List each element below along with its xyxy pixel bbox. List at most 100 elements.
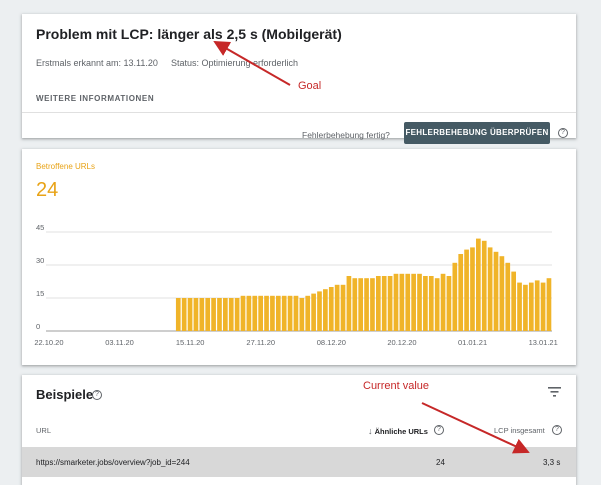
chart-bar bbox=[440, 273, 446, 331]
validate-fix-button[interactable]: FEHLERBEHEBUNG ÜBERPRÜFEN bbox=[404, 122, 550, 144]
chart-bar bbox=[399, 273, 405, 331]
column-header-similar[interactable]: ↓ Ähnliche URLs bbox=[368, 426, 428, 436]
chart-bar bbox=[305, 295, 311, 331]
chart-bar bbox=[417, 273, 422, 331]
chart-bar bbox=[487, 247, 493, 331]
chart-bar bbox=[281, 295, 287, 331]
chart-bar bbox=[528, 282, 534, 331]
y-tick-label: 30 bbox=[36, 256, 44, 265]
help-icon[interactable]: ? bbox=[558, 128, 568, 138]
y-tick-label: 15 bbox=[36, 289, 44, 298]
chart-bar bbox=[505, 262, 511, 331]
chart-bar bbox=[223, 298, 228, 331]
column-header-url[interactable]: URL bbox=[36, 426, 51, 435]
table-row[interactable]: https://smarketer.jobs/overview?job_id=2… bbox=[22, 447, 576, 477]
issue-card: Problem mit LCP: länger als 2,5 s (Mobil… bbox=[22, 14, 576, 144]
y-tick-label: 0 bbox=[36, 322, 40, 331]
x-tick-label: 22.10.20 bbox=[34, 338, 63, 347]
sort-arrow-icon: ↓ bbox=[368, 426, 373, 436]
chart-bar bbox=[446, 276, 452, 331]
chart-bar bbox=[299, 298, 305, 331]
affected-urls-label: Betroffene URLs bbox=[36, 162, 95, 171]
chart-bar bbox=[470, 247, 475, 331]
examples-title: Beispiele bbox=[36, 387, 93, 402]
chart-bar bbox=[458, 254, 464, 331]
chart-bar bbox=[340, 284, 346, 331]
chart-bar bbox=[228, 298, 234, 331]
chart-bar bbox=[393, 273, 399, 331]
x-tick-label: 20.12.20 bbox=[387, 338, 416, 347]
status-text: Status: Optimierung erforderlich bbox=[170, 58, 298, 68]
first-detected-text: Erstmals erkannt am: 13.11.20 bbox=[36, 58, 158, 68]
chart-bar bbox=[387, 276, 393, 331]
lcp-help-icon[interactable]: ? bbox=[552, 425, 562, 435]
x-tick-label: 01.01.21 bbox=[458, 338, 487, 347]
chart-bar bbox=[517, 282, 522, 331]
affected-urls-chart: 0 15 30 45 22.10.20 03.11.20 15.11.20 27.11.20 0… bbox=[34, 223, 558, 347]
y-tick-label: 45 bbox=[36, 223, 44, 232]
similar-help-icon[interactable]: ? bbox=[434, 425, 444, 435]
chart-bar bbox=[181, 298, 187, 331]
chart-bar bbox=[175, 298, 181, 331]
chart-bar bbox=[187, 298, 193, 331]
chart-bar bbox=[499, 256, 505, 331]
row-similar-count: 24 bbox=[436, 458, 445, 467]
chart-bar bbox=[252, 295, 258, 331]
chart-bar bbox=[205, 298, 211, 331]
chart-bar bbox=[411, 273, 416, 331]
x-tick-label: 27.11.20 bbox=[246, 338, 275, 347]
chart-bar bbox=[334, 284, 340, 331]
chart-bar bbox=[293, 295, 299, 331]
chart-bar bbox=[364, 278, 369, 331]
chart-bar bbox=[434, 278, 440, 331]
chart-bar bbox=[246, 295, 252, 331]
chart-bar bbox=[234, 298, 240, 331]
chart-bar bbox=[346, 276, 352, 331]
examples-card: Beispiele ? URL ↓ Ähnliche URLs ? LCP in… bbox=[22, 375, 576, 485]
column-header-lcp[interactable]: LCP insgesamt bbox=[494, 426, 545, 435]
chart-bar bbox=[211, 298, 216, 331]
chart-card: Betroffene URLs 24 0 15 30 45 22.10.20 03.11.… bbox=[22, 149, 576, 365]
fix-question-label: Fehlerbehebung fertig? bbox=[302, 130, 390, 140]
chart-bar bbox=[493, 251, 499, 331]
filter-icon[interactable] bbox=[548, 387, 561, 397]
chart-bar bbox=[311, 293, 316, 331]
divider bbox=[22, 112, 576, 113]
chart-bar bbox=[328, 287, 334, 331]
chart-bar bbox=[217, 298, 222, 331]
similar-header-label: Ähnliche URLs bbox=[374, 427, 428, 436]
chart-bar bbox=[523, 284, 528, 331]
issue-title: Problem mit LCP: länger als 2,5 s (Mobil… bbox=[36, 26, 342, 42]
chart-bar bbox=[352, 278, 358, 331]
chart-bar bbox=[452, 262, 458, 331]
chart-bar bbox=[481, 240, 487, 331]
chart-bar bbox=[270, 295, 275, 331]
chart-bar bbox=[240, 295, 246, 331]
chart-bar bbox=[193, 298, 199, 331]
chart-bar bbox=[476, 238, 481, 331]
x-tick-label: 08.12.20 bbox=[317, 338, 346, 347]
chart-bar bbox=[546, 278, 552, 331]
chart-bar bbox=[428, 276, 434, 331]
more-info-link[interactable]: WEITERE INFORMATIONEN bbox=[36, 94, 154, 103]
chart-bar bbox=[423, 276, 428, 331]
chart-bar bbox=[405, 273, 411, 331]
chart-bar bbox=[370, 278, 375, 331]
chart-bar bbox=[199, 298, 205, 331]
chart-bar bbox=[540, 282, 546, 331]
goal-annotation: Goal bbox=[298, 80, 322, 92]
chart-bar bbox=[264, 295, 269, 331]
affected-urls-value: 24 bbox=[36, 179, 59, 201]
chart-bar bbox=[358, 278, 364, 331]
chart-bar bbox=[381, 276, 387, 331]
chart-bar bbox=[287, 295, 293, 331]
chart-bar bbox=[275, 295, 281, 331]
row-url: https://smarketer.jobs/overview?job_id=2… bbox=[36, 458, 190, 467]
chart-bar bbox=[323, 289, 328, 331]
chart-bar bbox=[375, 276, 381, 331]
current-value-annotation: Current value bbox=[363, 380, 430, 392]
x-tick-label: 13.01.21 bbox=[529, 338, 558, 347]
row-lcp: 3,3 s bbox=[543, 458, 561, 467]
examples-help-icon[interactable]: ? bbox=[92, 390, 102, 400]
examples-title-text: Beispiele bbox=[36, 387, 94, 402]
